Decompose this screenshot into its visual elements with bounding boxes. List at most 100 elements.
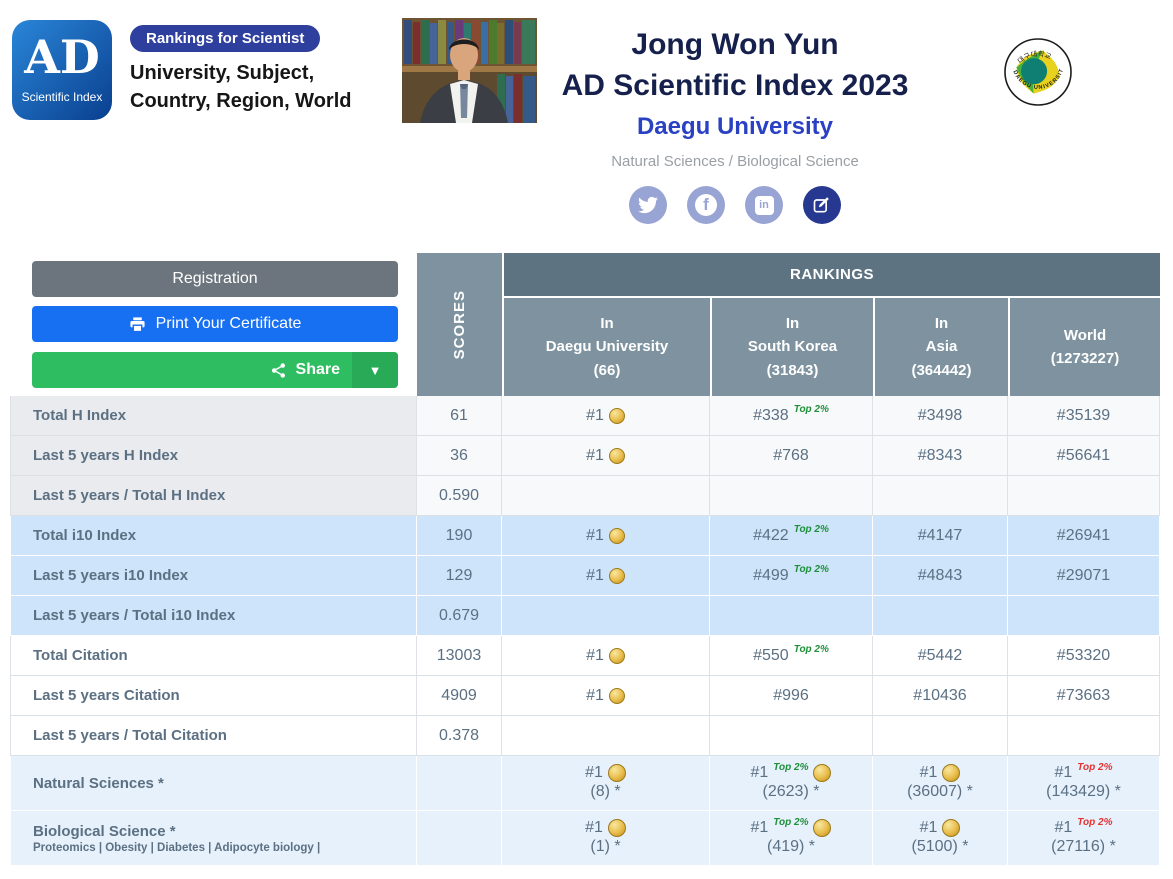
rank-value: #1	[751, 819, 769, 837]
rank-count: (36007) *	[907, 782, 973, 802]
row-label: Last 5 years Citation	[10, 676, 417, 716]
ranking-cell: #768	[710, 436, 873, 476]
rank-value: #8343	[918, 447, 963, 465]
scientist-name: Jong Won Yun	[450, 24, 1020, 65]
score-value	[417, 756, 502, 811]
ranking-cell: #422Top 2%	[710, 516, 873, 556]
edit-icon[interactable]	[803, 186, 841, 224]
row-label: Total i10 Index	[10, 516, 417, 556]
ranking-cell	[710, 596, 873, 636]
row-label: Total H Index	[10, 396, 417, 436]
gold-medal-icon	[609, 528, 625, 544]
gold-medal-icon	[813, 819, 831, 837]
scientist-profile-page: AD Scientific Index Rankings for Scienti…	[0, 0, 1173, 879]
column-header-asia: InAsia(364442)	[873, 296, 1008, 396]
rank-value: #1	[1055, 819, 1073, 837]
table-header: SCORES RANKINGS InDaegu University(66) I…	[10, 253, 1160, 396]
row-label: Last 5 years / Total Citation	[10, 716, 417, 756]
ranking-cell: #1	[502, 516, 710, 556]
ranking-cell: #1	[502, 556, 710, 596]
rank-count: (2623) *	[763, 782, 820, 802]
column-header-daegu-university: InDaegu University(66)	[502, 296, 710, 396]
ranking-cell	[502, 716, 710, 756]
ranking-cell: #4843	[873, 556, 1008, 596]
rank-count: (27116) *	[1051, 837, 1116, 857]
ranking-cell: #499Top 2%	[710, 556, 873, 596]
ranking-cell: #26941	[1008, 516, 1160, 556]
score-value: 61	[417, 396, 502, 436]
top-percent-badge: Top 2%	[773, 762, 808, 773]
ranking-cell: #53320	[1008, 636, 1160, 676]
ranking-cell	[873, 596, 1008, 636]
rank-value: #499	[753, 567, 789, 585]
metrics-table-body: Total H Index61 #1 #338 Top 2% #3498 #35139 La…	[10, 396, 1160, 866]
ranking-cell: #1	[502, 636, 710, 676]
ranking-cell: #3498	[873, 396, 1008, 436]
score-value: 36	[417, 436, 502, 476]
ranking-cell: #56641	[1008, 436, 1160, 476]
rank-value: #4843	[918, 567, 963, 585]
logo-initials: AD	[12, 30, 112, 84]
row-label: Last 5 years i10 Index	[10, 556, 417, 596]
rank-value: #4147	[918, 527, 963, 545]
gold-medal-icon	[609, 408, 625, 424]
table-row: Total i10 Index190#1#422Top 2%#4147#2694…	[10, 516, 1160, 556]
ranking-cell	[1008, 596, 1160, 636]
university-link[interactable]: Daegu University	[450, 113, 1020, 141]
score-value: 13003	[417, 636, 502, 676]
top-percent-badge: Top 2%	[794, 644, 829, 655]
row-label: Total Citation	[10, 636, 417, 676]
row-label: Last 5 years H Index	[10, 436, 417, 476]
rank-value: #1	[751, 764, 769, 782]
logo-subtitle: Scientific Index	[12, 90, 112, 104]
ranking-cell: #1Top 2%(143429) *	[1008, 756, 1160, 811]
row-sublabel: Proteomics | Obesity | Diabetes | Adipoc…	[33, 842, 320, 854]
ranking-cell: #35139	[1008, 396, 1160, 436]
gold-medal-icon	[942, 819, 960, 837]
rank-value: #26941	[1057, 527, 1110, 545]
rank-count: (143429) *	[1046, 782, 1121, 802]
gold-medal-icon	[609, 648, 625, 664]
site-tagline: University, Subject, Country, Region, Wo…	[130, 60, 351, 115]
table-row: Total H Index61#1#338Top 2%#3498#35139	[10, 396, 1160, 436]
ranking-cell: #1Top 2%(419) *	[710, 811, 873, 866]
ranking-cell: #338 Top 2%	[710, 396, 873, 436]
table-row: Last 5 years / Total i10 Index0.679	[10, 596, 1160, 636]
ranking-cell: #73663	[1008, 676, 1160, 716]
rank-value: #1	[586, 527, 604, 545]
rank-count: (8) *	[590, 782, 620, 802]
tagline-line2: Country, Region, World	[130, 88, 351, 116]
ranking-cell: #4147	[873, 516, 1008, 556]
rankings-for-scientist-badge: Rankings for Scientist	[130, 25, 320, 52]
row-label: Biological Science *Proteomics | Obesity…	[10, 811, 417, 866]
ranking-cell: #1(5100) *	[873, 811, 1008, 866]
top-percent-badge: Top 2%	[1077, 762, 1112, 773]
rank-value: #422	[753, 527, 789, 545]
rank-value: #550	[753, 647, 789, 665]
ranking-cell	[873, 476, 1008, 516]
ranking-cell	[710, 716, 873, 756]
rank-value: #1	[586, 687, 604, 705]
rank-value: #10436	[913, 687, 966, 705]
linkedin-icon[interactable]: in	[745, 186, 783, 224]
facebook-icon[interactable]: f	[687, 186, 725, 224]
gold-medal-icon	[609, 568, 625, 584]
metrics-table: SCORES RANKINGS InDaegu University(66) I…	[10, 253, 1160, 866]
scores-column-header: SCORES	[417, 253, 502, 396]
score-value: 0.378	[417, 716, 502, 756]
ranking-cell: #1(8) *	[502, 756, 710, 811]
ranking-cell: #10436	[873, 676, 1008, 716]
ranking-cell: #29071	[1008, 556, 1160, 596]
daegu-university-seal: 대구대학교 DAEGU UNIVERSITY 1956	[988, 20, 1088, 120]
rank-value: #3498	[918, 407, 963, 425]
rank-count: (1) *	[590, 837, 620, 857]
rank-value: #1	[920, 764, 938, 782]
rank-value: #35139	[1057, 407, 1110, 425]
ranking-cell: #8343	[873, 436, 1008, 476]
top-percent-badge: Top 2%	[794, 404, 829, 415]
rank-value: #5442	[918, 647, 963, 665]
ranking-cell	[502, 476, 710, 516]
tagline-line1: University, Subject,	[130, 60, 351, 88]
rank-value: #338	[753, 407, 789, 425]
twitter-icon[interactable]	[629, 186, 667, 224]
